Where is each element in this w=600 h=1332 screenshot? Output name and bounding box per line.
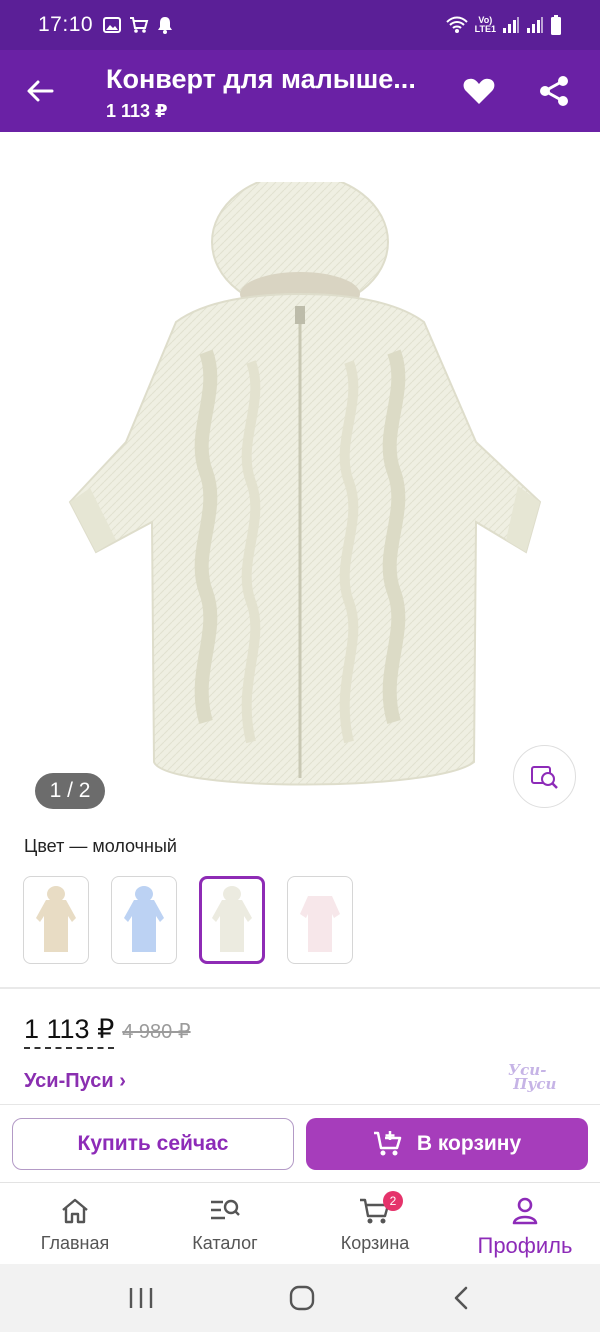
wifi-icon	[445, 16, 468, 33]
nav-label-profile: Профиль	[477, 1233, 573, 1258]
gallery-icon	[103, 17, 122, 33]
color-swatch-blue[interactable]	[111, 876, 177, 964]
home-button-icon[interactable]	[288, 1284, 316, 1312]
color-swatch-pink[interactable]	[287, 876, 353, 964]
nav-label-cart: Корзина	[340, 1233, 410, 1253]
app-bar: Конверт для малыше... 1 113 ₽	[0, 50, 600, 132]
old-price: 4 980 ₽	[122, 1021, 191, 1043]
back-arrow-icon[interactable]	[22, 73, 58, 109]
swatch-thumbnail	[36, 886, 76, 952]
system-nav-bar	[0, 1264, 600, 1332]
current-price[interactable]: 1 113 ₽	[24, 1014, 115, 1049]
heart-icon[interactable]	[461, 73, 497, 109]
color-swatches	[23, 876, 353, 964]
buy-now-button[interactable]: Купить сейчас	[12, 1118, 294, 1170]
recent-apps-icon[interactable]	[127, 1286, 155, 1310]
header-price: 1 113 ₽	[106, 101, 168, 121]
cart-plus-icon	[373, 1131, 402, 1156]
color-swatch-beige[interactable]	[23, 876, 89, 964]
swatch-thumbnail	[300, 896, 340, 952]
add-to-cart-label: В корзину	[416, 1132, 522, 1155]
signal-icon-2	[527, 17, 543, 33]
image-counter: 1 / 2	[35, 773, 105, 809]
brand-logo[interactable]: Уси- Пуси	[508, 1063, 570, 1097]
nav-item-profile[interactable]: Профиль	[450, 1183, 600, 1264]
nav-item-cart[interactable]: 2 Корзина	[300, 1183, 450, 1264]
swatch-thumbnail	[212, 886, 252, 952]
action-bar: Купить сейчас В корзину	[0, 1104, 600, 1182]
home-icon	[62, 1198, 88, 1224]
add-to-cart-button[interactable]: В корзину	[306, 1118, 588, 1170]
color-swatch-milk[interactable]	[199, 876, 265, 964]
network-label: Vo) LTE1	[474, 15, 496, 34]
price-row: 1 113 ₽ 4 980 ₽	[24, 1014, 191, 1049]
back-button-icon[interactable]	[449, 1284, 473, 1312]
cart-status-icon	[130, 17, 149, 33]
image-search-icon	[530, 765, 558, 789]
color-label: Цвет — молочный	[24, 836, 177, 856]
nav-label-home: Главная	[40, 1233, 110, 1253]
profile-icon	[512, 1197, 538, 1225]
signal-icon	[503, 17, 519, 33]
section-divider	[0, 987, 600, 989]
bell-icon	[158, 17, 173, 34]
nav-item-home[interactable]: Главная	[0, 1183, 150, 1264]
swatch-thumbnail	[124, 886, 164, 952]
bottom-nav: Главная Каталог 2 Корзина Профиль	[0, 1182, 600, 1264]
product-image	[68, 182, 542, 786]
catalog-search-icon	[211, 1199, 240, 1220]
page-title: Конверт для малыше...	[106, 64, 416, 94]
visual-search-button[interactable]	[513, 745, 576, 808]
cart-badge: 2	[383, 1191, 403, 1211]
battery-icon	[551, 15, 561, 35]
brand-link[interactable]: Уси-Пуси ›	[24, 1070, 126, 1093]
status-bar: 17:10 Vo) LTE1	[0, 0, 600, 50]
nav-item-catalog[interactable]: Каталог	[150, 1183, 300, 1264]
status-time: 17:10	[38, 13, 94, 36]
product-gallery[interactable]: 1 / 2	[0, 132, 600, 820]
share-icon[interactable]	[536, 73, 572, 109]
nav-label-catalog: Каталог	[192, 1233, 258, 1253]
